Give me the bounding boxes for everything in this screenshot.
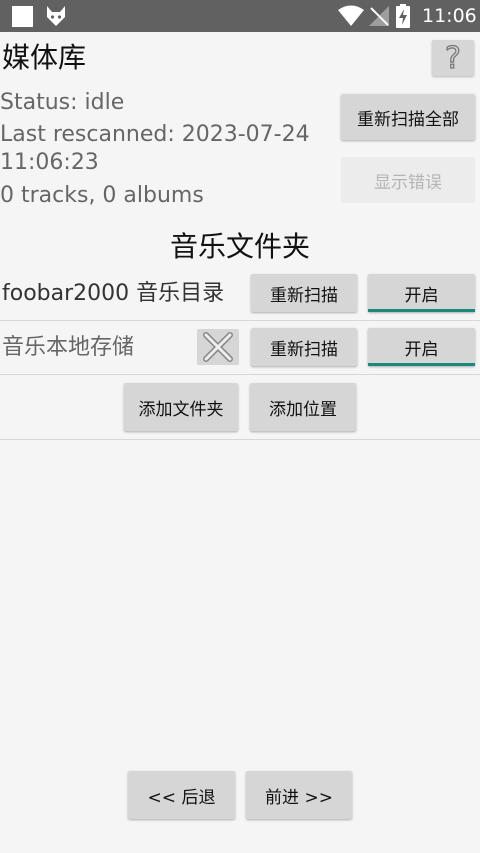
question-mark-icon: ? xyxy=(444,43,461,73)
notification-square-icon xyxy=(12,6,33,27)
toggle-label: 开启 xyxy=(404,285,439,306)
battery-charging-icon xyxy=(396,4,410,28)
rescan-folder-button[interactable]: 重新扫描 xyxy=(251,274,357,312)
page-title: 媒体库 xyxy=(2,41,87,74)
close-icon xyxy=(203,332,233,362)
svg-text:?: ? xyxy=(445,43,461,73)
folder-enabled-toggle[interactable]: 开启 xyxy=(368,274,475,312)
wifi-icon xyxy=(338,5,364,26)
section-divider xyxy=(0,439,480,440)
toggle-indicator xyxy=(368,363,475,366)
toggle-indicator xyxy=(368,309,475,312)
folder-name: foobar2000 音乐目录 xyxy=(2,281,225,306)
toggle-label: 开启 xyxy=(404,339,439,360)
last-rescanned-text: Last rescanned: 2023-07-24 xyxy=(0,122,310,147)
row-divider xyxy=(0,374,480,375)
status-text: Status: idle xyxy=(0,90,125,115)
clock-time: 11:06 xyxy=(422,5,477,27)
library-summary: 0 tracks, 0 albums xyxy=(0,183,204,208)
row-divider xyxy=(0,320,480,321)
help-button[interactable]: ? xyxy=(432,40,474,76)
next-button[interactable]: 前进 >> xyxy=(246,771,352,819)
status-bar: 11:06 xyxy=(0,0,480,32)
rescan-all-button[interactable]: 重新扫描全部 xyxy=(341,94,475,140)
show-errors-button[interactable]: 显示错误 xyxy=(341,157,475,203)
no-signal-icon xyxy=(369,6,389,26)
back-button[interactable]: << 后退 xyxy=(128,771,235,819)
remove-folder-button[interactable] xyxy=(197,329,239,365)
last-rescanned-time: 11:06:23 xyxy=(0,150,99,175)
add-location-button[interactable]: 添加位置 xyxy=(250,383,356,431)
music-folders-title: 音乐文件夹 xyxy=(169,230,310,263)
folder-enabled-toggle[interactable]: 开启 xyxy=(368,328,475,366)
folder-name: 音乐本地存储 xyxy=(2,335,135,360)
add-folder-button[interactable]: 添加文件夹 xyxy=(124,383,238,431)
fox-app-icon xyxy=(47,6,65,26)
rescan-folder-button[interactable]: 重新扫描 xyxy=(251,328,357,366)
